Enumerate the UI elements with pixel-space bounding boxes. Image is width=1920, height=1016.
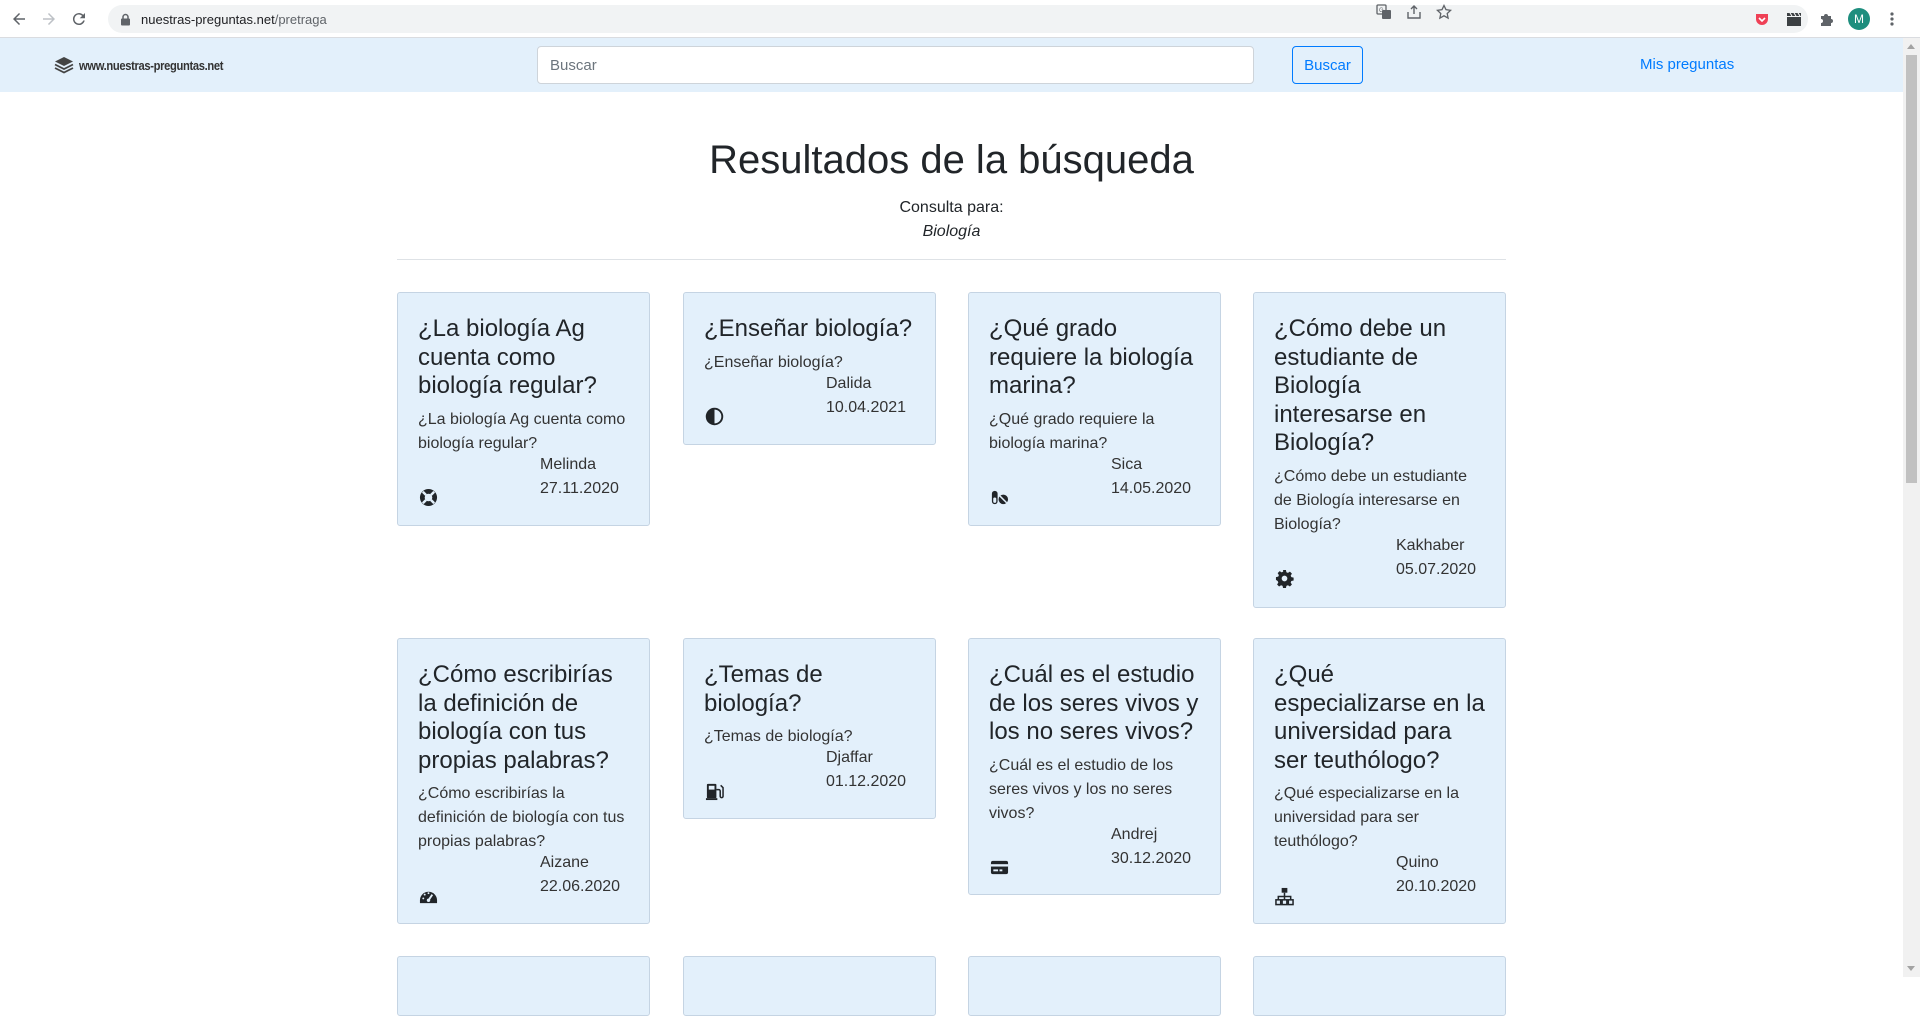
logo-icon [54,57,74,74]
card-author: Melinda [540,455,597,473]
card-author: Aizane [540,854,589,871]
card-title[interactable]: ¿Enseñar biología? [704,315,915,344]
url-text: nuestras-preguntas.net/pretraga [141,11,327,27]
card-title[interactable]: ¿La biología Ag cuenta como biología reg… [418,315,629,401]
life-ring-icon [418,488,438,508]
question-card[interactable] [1253,956,1506,1016]
sitemap-icon [1274,886,1294,906]
credit-card-icon [989,858,1009,878]
search-input[interactable] [537,46,1254,84]
share-icon[interactable] [1406,4,1422,25]
card-title[interactable]: ¿Cuál es el estudio de los seres vivos y… [989,661,1200,747]
scroll-up-arrow-icon[interactable] [1907,44,1915,49]
card-text: ¿Temas de biología? [704,728,853,745]
question-card[interactable]: ¿Qué especializarse en la universidad pa… [1253,638,1506,924]
pills-icon [989,488,1009,508]
card-text: ¿Enseñar biología? [704,353,843,371]
question-card[interactable]: ¿Cómo debe un estudiante de Biología int… [1253,292,1506,608]
card-text: ¿Cómo debe un estudiante de Biología int… [1274,467,1468,533]
card-author: Quino [1396,854,1439,871]
gas-pump-icon [704,781,724,801]
card-text: ¿Qué especializarse en la universidad pa… [1274,785,1459,850]
profile-avatar[interactable]: M [1848,8,1870,30]
card-meta: Sica 14.05.2020 [989,456,1200,528]
site-header: www.nuestras-preguntas.net Buscar Mis pr… [0,38,1903,92]
my-questions-link[interactable]: Mis preguntas [1640,56,1734,73]
extensions-area: M [1752,8,1902,30]
bookmark-star-icon[interactable] [1435,3,1453,25]
card-meta: Andrej 30.12.2020 [989,826,1200,898]
card-text: ¿Cuál es el estudio de los seres vivos y… [989,756,1174,822]
question-card[interactable]: ¿Cuál es el estudio de los seres vivos y… [968,638,1221,895]
question-card[interactable]: ¿Enseñar biología? ¿Enseñar biología? Da… [683,292,936,445]
card-meta: Djaffar 01.12.2020 [704,749,915,821]
card-date: 20.10.2020 [1396,878,1477,895]
page-scrollbar[interactable] [1903,38,1920,977]
card-date: 30.12.2020 [1111,849,1192,867]
question-card[interactable] [968,956,1221,1016]
card-text: ¿Qué grado requiere la biología marina? [989,410,1155,452]
card-meta: Kakhaber 05.07.2020 [1274,537,1485,609]
question-card[interactable]: ¿Cómo escribirías la definición de biolo… [397,638,650,924]
adjust-icon [704,407,724,427]
card-text: ¿La biología Ag cuenta como biología reg… [418,410,626,452]
clapperboard-extension-icon[interactable] [1784,9,1804,29]
card-meta: Melinda 27.11.2020 [418,456,629,528]
kebab-menu-icon[interactable] [1882,9,1902,29]
site-logo[interactable]: www.nuestras-preguntas.net [54,56,247,74]
reload-icon[interactable] [68,8,90,30]
back-arrow-icon[interactable] [8,8,30,30]
card-text: ¿Cómo escribirías la definición de biolo… [418,785,625,850]
card-author: Sica [1111,455,1143,473]
question-card[interactable]: ¿Temas de biología? ¿Temas de biología? … [683,638,936,819]
card-author: Dalida [826,374,872,392]
question-card[interactable] [683,956,936,1016]
pocket-extension-icon[interactable] [1752,9,1772,29]
question-card[interactable]: ¿Qué grado requiere la biología marina? … [968,292,1221,526]
browser-toolbar: nuestras-preguntas.net/pretraga G M [0,0,1920,38]
question-card[interactable] [397,956,650,1016]
lock-icon [120,13,131,26]
gear-icon [1274,569,1294,589]
card-meta: Aizane 22.06.2020 [418,854,629,926]
card-meta: Dalida 10.04.2021 [704,375,915,447]
question-card[interactable]: ¿La biología Ag cuenta como biología reg… [397,292,650,526]
card-date: 10.04.2021 [826,398,907,416]
query-value: Biología [922,223,981,240]
card-date: 01.12.2020 [826,773,907,790]
card-title[interactable]: ¿Cómo escribirías la definición de biolo… [418,661,629,775]
card-date: 22.06.2020 [540,878,621,895]
card-title[interactable]: ¿Temas de biología? [704,661,915,718]
page-title: Resultados de la búsqueda [709,138,1194,182]
card-date: 27.11.2020 [540,479,619,497]
forward-arrow-icon[interactable] [38,8,60,30]
svg-text:G: G [1379,8,1384,14]
card-title[interactable]: ¿Qué especializarse en la universidad pa… [1274,661,1485,775]
scroll-thumb[interactable] [1906,55,1917,483]
tachometer-icon [418,886,438,906]
address-bar-actions: G [1376,0,1453,28]
address-bar[interactable]: nuestras-preguntas.net/pretraga [108,5,1808,33]
card-title[interactable]: ¿Cómo debe un estudiante de Biología int… [1274,315,1485,458]
card-author: Djaffar [826,749,873,766]
card-date: 14.05.2020 [1111,479,1192,497]
card-date: 05.07.2020 [1396,560,1477,578]
logo-text: www.nuestras-preguntas.net [79,57,224,73]
card-author: Andrej [1111,825,1158,843]
card-author: Kakhaber [1396,536,1465,554]
divider [397,259,1506,260]
card-meta: Quino 20.10.2020 [1274,854,1485,926]
scroll-down-arrow-icon[interactable] [1907,966,1915,971]
puzzle-extensions-icon[interactable] [1816,9,1836,29]
translate-icon[interactable]: G [1376,3,1392,25]
query-label: Consulta para: [899,199,1004,216]
search-button[interactable]: Buscar [1292,46,1363,84]
card-title[interactable]: ¿Qué grado requiere la biología marina? [989,315,1200,401]
